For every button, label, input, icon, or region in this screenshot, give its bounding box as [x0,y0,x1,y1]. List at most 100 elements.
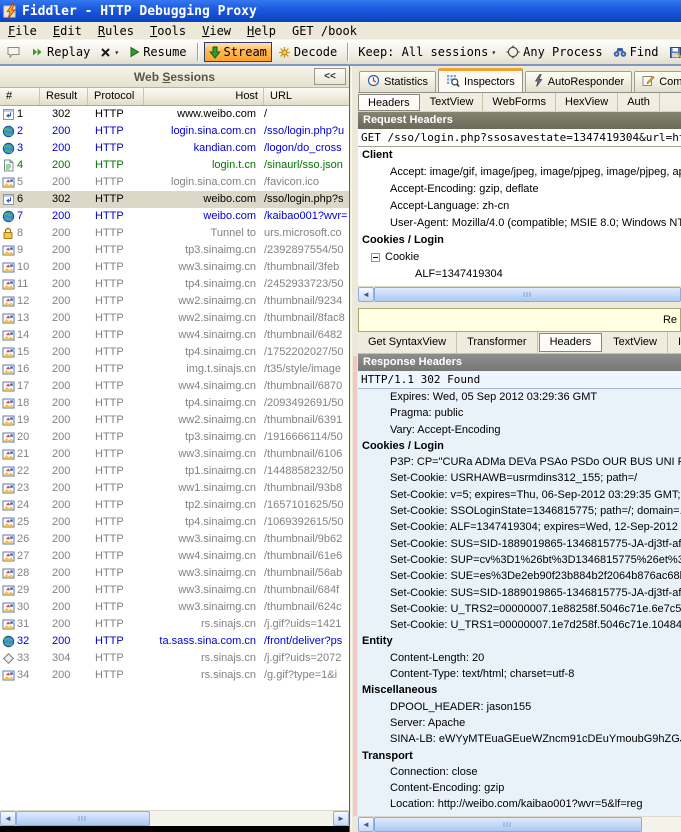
session-row[interactable]: 15200HTTPtp4.sinaimg.cn/1752202027/50 [0,344,349,361]
menu-item-help[interactable]: Help [239,22,284,40]
session-row[interactable]: 22200HTTPtp1.sinaimg.cn/1448858232/50 [0,463,349,480]
header-row[interactable]: Set-Cookie: SUS=SID-1889019865-134681577… [358,585,681,601]
header-row[interactable]: Pragma: public [358,405,681,421]
header-section[interactable]: Cookies / Login [358,438,681,454]
replay-button[interactable]: Replay [27,42,94,62]
header-row[interactable]: Connection: close [358,764,681,780]
session-row[interactable]: 27200HTTPww4.sinaimg.cn/thumbnail/61e6 [0,548,349,565]
scroll-left-arrow[interactable]: ◄ [358,287,374,302]
scroll-left-arrow[interactable]: ◄ [358,817,374,832]
header-section[interactable]: Client [358,147,681,164]
header-section[interactable]: Entity [358,633,681,649]
header-row[interactable]: Content-Encoding: gzip [358,780,681,796]
header-row[interactable]: Set-Cookie: SSOLoginState=1346815775; pa… [358,503,681,519]
header-row[interactable]: ALF=1347419304 [358,266,681,283]
scrollbar-track[interactable] [642,817,681,832]
header-row[interactable]: Set-Cookie: U_TRS2=00000007.1e88258f.504… [358,601,681,617]
session-row[interactable]: 31200HTTPrs.sinajs.cn/j.gif?uids=1421 [0,616,349,633]
panel-splitter[interactable] [351,66,358,832]
menu-item-file[interactable]: File [0,22,45,40]
header-row[interactable]: SINA-LB: eWYyMTEuaGEueWZncm91cDEuYmoubG9… [358,731,681,747]
session-row[interactable]: 10200HTTPww3.sinaimg.cn/thumbnail/3feb [0,259,349,276]
response-tab-textview[interactable]: TextView [603,332,668,353]
menu-item-get-book[interactable]: GET /book [284,22,365,40]
stream-toggle-button[interactable]: Stream [204,42,272,62]
header-section[interactable]: Miscellaneous [358,682,681,698]
session-row[interactable]: 16200HTTPimg.t.sinajs.cn/t35/style/image [0,361,349,378]
session-row[interactable]: 33304HTTPrs.sinajs.cn/j.gif?uids=2072 [0,650,349,667]
tab-statistics[interactable]: Statistics [359,71,436,92]
session-row[interactable]: 3200HTTPkandian.com/logon/do_cross [0,140,349,157]
column-header-protocol[interactable]: Protocol [88,88,144,105]
scrollbar-track[interactable] [150,811,333,826]
session-row[interactable]: 18200HTTPtp4.sinaimg.cn/2093492691/50 [0,395,349,412]
header-section[interactable]: Transport [358,748,681,764]
remove-sessions-button[interactable]: ▾ [96,42,123,62]
header-row[interactable]: Set-Cookie: v=5; expires=Thu, 06-Sep-201… [358,487,681,503]
session-row[interactable]: 25200HTTPtp4.sinaimg.cn/1069392615/50 [0,514,349,531]
keep-sessions-dropdown[interactable]: Keep: All sessions▾ [354,42,500,62]
session-row[interactable]: 6302HTTPweibo.com/sso/login.php?s [0,191,349,208]
any-process-button[interactable]: Any Process [502,42,606,62]
header-row[interactable]: Vary: Accept-Encoding [358,422,681,438]
session-row[interactable]: 1302HTTPwww.weibo.com/ [0,106,349,123]
header-row[interactable]: Set-Cookie: USRHAWB=usrmdins312_155; pat… [358,470,681,486]
request-tab-auth[interactable]: Auth [618,93,660,111]
header-row[interactable]: Content-Length: 20 [358,650,681,666]
response-tab-transformer[interactable]: Transformer [457,332,538,353]
comment-button[interactable] [2,42,25,62]
header-row[interactable]: Set-Cookie: U_TRS1=00000007.1e7d258f.504… [358,617,681,633]
session-row[interactable]: 23200HTTPww1.sinaimg.cn/thumbnail/93b8 [0,480,349,497]
session-row[interactable]: 17200HTTPww4.sinaimg.cn/thumbnail/6870 [0,378,349,395]
tab-comp[interactable]: Comp [634,71,681,92]
session-row[interactable]: 4200HTTPlogin.t.cn/sinaurl/sso.json [0,157,349,174]
save-button[interactable]: Save [665,42,681,62]
header-row[interactable]: Expires: Wed, 05 Sep 2012 03:29:36 GMT [358,389,681,405]
decode-button[interactable]: Decode [274,42,341,62]
column-header-url[interactable]: URL [264,88,349,105]
menu-item-edit[interactable]: Edit [45,22,90,40]
session-row[interactable]: 26200HTTPww3.sinaimg.cn/thumbnail/9b62 [0,531,349,548]
header-row[interactable]: Set-Cookie: SUP=cv%3D1%26bt%3D1346815775… [358,552,681,568]
session-row[interactable]: 32200HTTPta.sass.sina.com.cn/front/deliv… [0,633,349,650]
session-row[interactable]: 13200HTTPww2.sinaimg.cn/thumbnail/8fac8 [0,310,349,327]
header-row[interactable]: Accept-Encoding: gzip, deflate [358,181,681,198]
menu-item-rules[interactable]: Rules [90,22,142,40]
response-tab-headers[interactable]: Headers [539,333,603,352]
column-header-result[interactable]: Result [40,88,88,105]
session-row[interactable]: 34200HTTPrs.sinajs.cn/g.gif?type=1&i [0,667,349,684]
scroll-left-arrow[interactable]: ◄ [0,811,16,826]
session-row[interactable]: 12200HTTPww2.sinaimg.cn/thumbnail/9234 [0,293,349,310]
scroll-right-arrow[interactable]: ► [333,811,349,826]
request-tab-textview[interactable]: TextView [421,93,484,111]
session-row[interactable]: 29200HTTPww3.sinaimg.cn/thumbnail/684f [0,582,349,599]
header-group-row[interactable]: Cookie [358,249,681,266]
header-row[interactable]: Content-Type: text/html; charset=utf-8 [358,666,681,682]
header-section[interactable]: Cookies / Login [358,232,681,249]
column-header-host[interactable]: Host [144,88,264,105]
response-notice-banner[interactable]: Re [358,308,681,332]
menu-item-tools[interactable]: Tools [142,22,194,40]
scrollbar-thumb[interactable] [374,287,681,302]
find-button[interactable]: Find [609,42,663,62]
header-row[interactable]: DPOOL_HEADER: jason155 [358,699,681,715]
header-row[interactable]: Set-Cookie: SUS=SID-1889019865-134681577… [358,536,681,552]
response-tab-im[interactable]: Im [668,332,681,353]
session-row[interactable]: 2200HTTPlogin.sina.com.cn/sso/login.php?… [0,123,349,140]
header-row[interactable]: Set-Cookie: ALF=1347419304; expires=Wed,… [358,519,681,535]
session-row[interactable]: 21200HTTPww3.sinaimg.cn/thumbnail/6106 [0,446,349,463]
session-row[interactable]: 28200HTTPww3.sinaimg.cn/thumbnail/56ab [0,565,349,582]
session-row[interactable]: 30200HTTPww3.sinaimg.cn/thumbnail/624c [0,599,349,616]
session-row[interactable]: 5200HTTPlogin.sina.com.cn/favicon.ico [0,174,349,191]
header-row[interactable]: Set-Cookie: SUE=es%3De2eb90f23b884b2f206… [358,568,681,584]
request-tab-webforms[interactable]: WebForms [483,93,556,111]
collapse-panel-button[interactable]: << [314,68,346,85]
session-row[interactable]: 24200HTTPtp2.sinaimg.cn/1657101625/50 [0,497,349,514]
resume-button[interactable]: Resume [125,42,190,62]
column-header-number[interactable]: # [0,88,40,105]
header-row[interactable]: Accept: image/gif, image/jpeg, image/pjp… [358,164,681,181]
tab-inspectors[interactable]: Inspectors [438,68,523,92]
request-tab-headers[interactable]: Headers [358,94,420,111]
response-tab-get-syntaxview[interactable]: Get SyntaxView [358,332,457,353]
session-row[interactable]: 9200HTTPtp3.sinaimg.cn/2392897554/50 [0,242,349,259]
